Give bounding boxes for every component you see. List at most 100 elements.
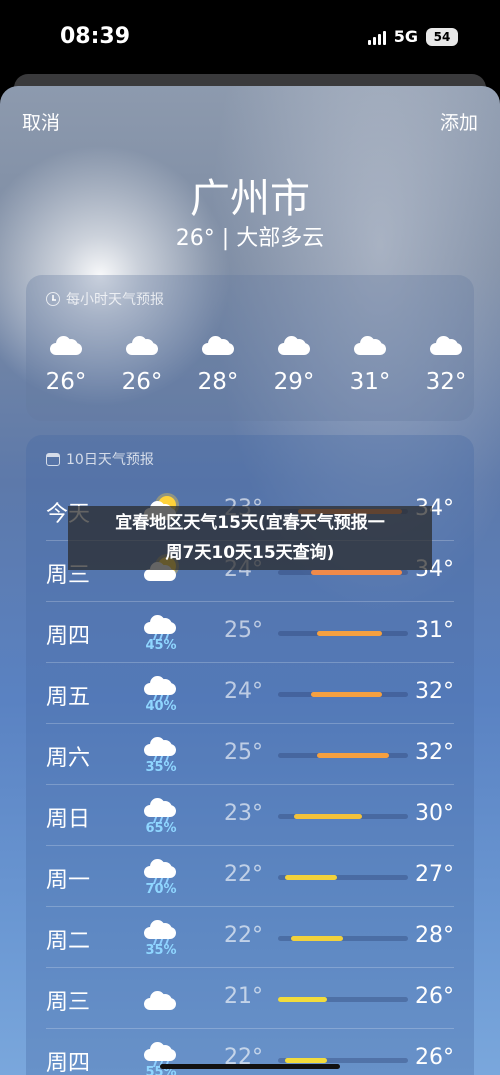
daily-forecast-row[interactable]: 周五 40% 24° 32° [26, 663, 474, 724]
city-name: 广州市 [190, 176, 310, 222]
hourly-temp: 28° [197, 369, 239, 395]
high-temp: 30° [415, 801, 454, 826]
weather-summary: 26° | 大部多云 [175, 226, 325, 251]
home-indicator[interactable] [160, 1064, 340, 1069]
cellular-signal-icon [367, 29, 386, 45]
overlay-line-2: 周7天10天15天查询) [165, 543, 335, 563]
low-temp: 25° [224, 618, 263, 643]
low-temp: 23° [224, 801, 263, 826]
temp-range-fill [284, 1058, 328, 1063]
daily-forecast-row[interactable]: 周二 35% 22° 28° [26, 907, 474, 968]
cloud-icon [430, 335, 462, 355]
temp-range-fill [317, 631, 382, 636]
temp-range-track [278, 1058, 408, 1063]
temp-range-fill [291, 936, 343, 941]
cloud-icon [354, 335, 386, 355]
precipitation-chance: 35% [145, 760, 177, 775]
daily-forecast-row[interactable]: 周三 21° 26° [26, 968, 474, 1029]
day-label: 周六 [46, 746, 91, 771]
high-temp: 31° [415, 618, 454, 643]
article-title-overlay: 宜春地区天气15天(宜春天气预报一 周7天10天15天查询) [68, 506, 432, 570]
temp-range-fill [317, 753, 389, 758]
low-temp: 24° [224, 679, 263, 704]
temp-range-track [278, 814, 408, 819]
cloud-icon [126, 335, 158, 355]
temp-range-fill [310, 692, 382, 697]
cancel-button[interactable]: 取消 [22, 108, 60, 135]
hourly-item: 26° [28, 335, 104, 395]
hourly-forecast-card[interactable]: 每小时天气预报 26° 26° 28° 29° 31° 32° [26, 275, 474, 421]
day-label: 周五 [46, 685, 91, 710]
hourly-item: 28° [180, 335, 256, 395]
weather-sheet: 取消 添加 广州市 26° | 大部多云 每小时天气预报 26° 26° 28° 29… [0, 86, 500, 1075]
day-label: 周四 [46, 624, 91, 649]
cloud-icon [144, 919, 176, 939]
cloud-icon [144, 675, 176, 695]
daily-forecast-row[interactable]: 周日 65% 23° 30° [26, 785, 474, 846]
daily-forecast-row[interactable]: 周六 35% 25° 32° [26, 724, 474, 785]
cloud-icon [144, 990, 176, 1010]
hourly-temp: 26° [45, 369, 87, 395]
hourly-temp: 29° [273, 369, 315, 395]
day-label: 周二 [46, 929, 91, 954]
temp-range-track [278, 875, 408, 880]
precipitation-chance: 65% [145, 821, 177, 836]
battery-level: 54 [433, 29, 451, 44]
temp-range-track [278, 692, 408, 697]
low-temp: 21° [224, 984, 263, 1009]
cloud-icon [144, 1041, 176, 1061]
status-indicators: 5G 54 [367, 27, 458, 46]
network-type: 5G [393, 27, 418, 46]
low-temp: 22° [224, 862, 263, 887]
temp-range-fill [293, 814, 363, 819]
hourly-item: 26° [104, 335, 180, 395]
temp-range-fill [310, 570, 402, 575]
hourly-temp: 31° [349, 369, 391, 395]
high-temp: 32° [415, 679, 454, 704]
daily-forecast-row[interactable]: 周一 70% 22° 27° [26, 846, 474, 907]
high-temp: 32° [415, 740, 454, 765]
temp-range-track [278, 936, 408, 941]
cloud-icon [144, 858, 176, 878]
overlay-line-1: 宜春地区天气15天(宜春天气预报一 [115, 513, 385, 533]
temp-range-fill [284, 875, 337, 880]
temp-range-track [278, 570, 408, 575]
hourly-item: 32° [408, 335, 484, 395]
temp-range-track [278, 631, 408, 636]
daily-forecast-row[interactable]: 周四 45% 25° 31° [26, 602, 474, 663]
high-temp: 28° [415, 923, 454, 948]
day-label: 周日 [46, 807, 91, 832]
temp-range-track [278, 753, 408, 758]
add-button[interactable]: 添加 [440, 108, 478, 135]
high-temp: 27° [415, 862, 454, 887]
day-label: 周四 [46, 1051, 91, 1075]
cloud-icon [202, 335, 234, 355]
temp-range-track [278, 997, 408, 1002]
precipitation-chance: 40% [145, 699, 177, 714]
hourly-forecast-title: 每小时天气预报 [66, 292, 164, 308]
low-temp: 22° [224, 923, 263, 948]
calendar-icon [46, 452, 60, 466]
daily-forecast-title: 10日天气预报 [66, 452, 154, 468]
hourly-item: 31° [332, 335, 408, 395]
temp-range-fill [278, 997, 328, 1002]
low-temp: 25° [224, 740, 263, 765]
high-temp: 26° [415, 1045, 454, 1070]
precipitation-chance: 35% [145, 943, 177, 958]
status-time: 08:39 [60, 24, 131, 49]
cloud-icon [144, 797, 176, 817]
precipitation-chance: 70% [145, 882, 177, 897]
high-temp: 26° [415, 984, 454, 1009]
cloud-icon [50, 335, 82, 355]
day-label: 周三 [46, 990, 91, 1015]
hourly-temp: 26° [121, 369, 163, 395]
hourly-forecast-header: 每小时天气预报 [46, 289, 164, 309]
cloud-icon [144, 736, 176, 756]
daily-forecast-header: 10日天气预报 [46, 449, 154, 469]
cloud-icon [278, 335, 310, 355]
cloud-icon [144, 614, 176, 634]
clock-icon [46, 292, 60, 306]
precipitation-chance: 45% [145, 638, 177, 653]
battery-icon: 54 [426, 27, 458, 46]
status-bar: 08:39 5G 54 [0, 0, 500, 70]
